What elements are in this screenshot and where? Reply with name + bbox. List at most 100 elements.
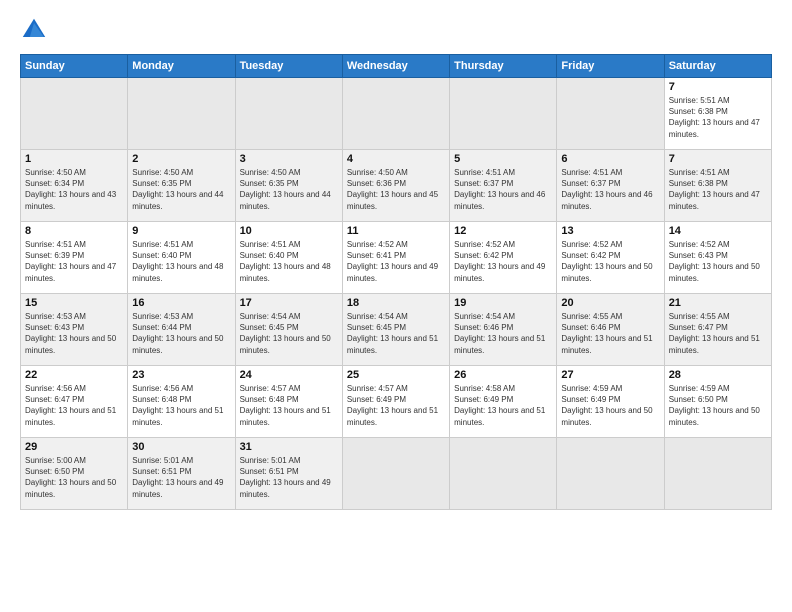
calendar-cell: 10Sunrise: 4:51 AMSunset: 6:40 PMDayligh… <box>235 222 342 294</box>
day-detail: Sunrise: 4:58 AMSunset: 6:49 PMDaylight:… <box>454 383 552 428</box>
calendar-cell: 26 Sunrise: 4:58 AMSunset: 6:49 PMDayligh… <box>450 366 557 438</box>
day-number: 18 <box>347 297 445 309</box>
calendar-cell: 31Sunrise: 5:01 AMSunset: 6:51 PMDayligh… <box>235 438 342 510</box>
day-detail: Sunrise: 4:57 AMSunset: 6:49 PMDaylight:… <box>347 383 445 428</box>
page: SundayMondayTuesdayWednesdayThursdayFrid… <box>0 0 792 612</box>
day-detail: Sunrise: 4:51 AMSunset: 6:40 PMDaylight:… <box>240 239 338 284</box>
calendar-cell: 4 Sunrise: 4:50 AMSunset: 6:36 PMDaylight… <box>342 150 449 222</box>
day-detail: Sunrise: 4:52 AMSunset: 6:42 PMDaylight:… <box>454 239 552 284</box>
calendar-cell: 24 Sunrise: 4:57 AMSunset: 6:48 PMDayligh… <box>235 366 342 438</box>
day-number: 22 <box>25 369 123 381</box>
calendar-cell: 29Sunrise: 5:00 AMSunset: 6:50 PMDayligh… <box>21 438 128 510</box>
calendar-cell: 15 Sunrise: 4:53 AMSunset: 6:43 PMDayligh… <box>21 294 128 366</box>
weekday-header-monday: Monday <box>128 55 235 78</box>
day-detail: Sunrise: 4:51 AMSunset: 6:39 PMDaylight:… <box>25 239 123 284</box>
day-number: 26 <box>454 369 552 381</box>
calendar-cell: 9Sunrise: 4:51 AMSunset: 6:40 PMDaylight… <box>128 222 235 294</box>
calendar-cell <box>557 78 664 150</box>
day-number: 7 <box>669 153 767 165</box>
calendar-cell <box>235 78 342 150</box>
day-detail: Sunrise: 5:01 AMSunset: 6:51 PMDaylight:… <box>132 455 230 500</box>
day-number: 13 <box>561 225 659 237</box>
day-number: 28 <box>669 369 767 381</box>
day-number: 25 <box>347 369 445 381</box>
day-detail: Sunrise: 4:55 AMSunset: 6:46 PMDaylight:… <box>561 311 659 356</box>
calendar-cell: 30 Sunrise: 5:01 AMSunset: 6:51 PMDayligh… <box>128 438 235 510</box>
calendar-cell: 6Sunrise: 4:51 AMSunset: 6:37 PMDaylight… <box>557 150 664 222</box>
calendar-cell: 18 Sunrise: 4:54 AMSunset: 6:45 PMDayligh… <box>342 294 449 366</box>
calendar-cell <box>342 78 449 150</box>
day-number: 23 <box>132 369 230 381</box>
day-number: 4 <box>347 153 445 165</box>
calendar-week-4: 22 Sunrise: 4:56 AMSunset: 6:47 PMDayligh… <box>21 366 772 438</box>
day-detail: Sunrise: 4:59 AMSunset: 6:49 PMDaylight:… <box>561 383 659 428</box>
day-detail: Sunrise: 4:56 AMSunset: 6:47 PMDaylight:… <box>25 383 123 428</box>
day-number: 20 <box>561 297 659 309</box>
calendar-cell: 1Sunrise: 4:50 AMSunset: 6:34 PMDaylight… <box>21 150 128 222</box>
calendar-cell: 21 Sunrise: 4:55 AMSunset: 6:47 PMDayligh… <box>664 294 771 366</box>
day-number: 8 <box>25 225 123 237</box>
calendar-cell <box>450 78 557 150</box>
calendar-cell <box>342 438 449 510</box>
calendar-cell: 27 Sunrise: 4:59 AMSunset: 6:49 PMDayligh… <box>557 366 664 438</box>
calendar-cell: 17 Sunrise: 4:54 AMSunset: 6:45 PMDayligh… <box>235 294 342 366</box>
calendar-week-5: 29Sunrise: 5:00 AMSunset: 6:50 PMDayligh… <box>21 438 772 510</box>
calendar-cell: 2Sunrise: 4:50 AMSunset: 6:35 PMDaylight… <box>128 150 235 222</box>
calendar-week-0: 7 Sunrise: 5:51 AMSunset: 6:38 PMDaylight… <box>21 78 772 150</box>
day-number: 24 <box>240 369 338 381</box>
weekday-header-sunday: Sunday <box>21 55 128 78</box>
day-number: 6 <box>561 153 659 165</box>
weekday-header-friday: Friday <box>557 55 664 78</box>
weekday-header-row: SundayMondayTuesdayWednesdayThursdayFrid… <box>21 55 772 78</box>
day-number: 2 <box>132 153 230 165</box>
calendar-cell: 11 Sunrise: 4:52 AMSunset: 6:41 PMDayligh… <box>342 222 449 294</box>
day-detail: Sunrise: 4:54 AMSunset: 6:46 PMDaylight:… <box>454 311 552 356</box>
day-number: 7 <box>669 81 767 93</box>
weekday-header-thursday: Thursday <box>450 55 557 78</box>
day-detail: Sunrise: 4:56 AMSunset: 6:48 PMDaylight:… <box>132 383 230 428</box>
day-number: 11 <box>347 225 445 237</box>
day-detail: Sunrise: 4:51 AMSunset: 6:37 PMDaylight:… <box>454 167 552 212</box>
day-number: 30 <box>132 441 230 453</box>
day-detail: Sunrise: 4:52 AMSunset: 6:43 PMDaylight:… <box>669 239 767 284</box>
day-number: 14 <box>669 225 767 237</box>
day-number: 21 <box>669 297 767 309</box>
calendar-cell <box>128 78 235 150</box>
day-number: 15 <box>25 297 123 309</box>
day-number: 17 <box>240 297 338 309</box>
weekday-header-tuesday: Tuesday <box>235 55 342 78</box>
day-detail: Sunrise: 5:01 AMSunset: 6:51 PMDaylight:… <box>240 455 338 500</box>
day-detail: Sunrise: 5:51 AMSunset: 6:38 PMDaylight:… <box>669 95 767 140</box>
day-detail: Sunrise: 4:52 AMSunset: 6:41 PMDaylight:… <box>347 239 445 284</box>
calendar-cell: 19Sunrise: 4:54 AMSunset: 6:46 PMDayligh… <box>450 294 557 366</box>
calendar-cell <box>664 438 771 510</box>
calendar-cell: 8 Sunrise: 4:51 AMSunset: 6:39 PMDaylight… <box>21 222 128 294</box>
calendar-cell: 22 Sunrise: 4:56 AMSunset: 6:47 PMDayligh… <box>21 366 128 438</box>
day-detail: Sunrise: 4:59 AMSunset: 6:50 PMDaylight:… <box>669 383 767 428</box>
day-detail: Sunrise: 4:54 AMSunset: 6:45 PMDaylight:… <box>347 311 445 356</box>
weekday-header-wednesday: Wednesday <box>342 55 449 78</box>
day-detail: Sunrise: 4:53 AMSunset: 6:43 PMDaylight:… <box>25 311 123 356</box>
day-detail: Sunrise: 4:54 AMSunset: 6:45 PMDaylight:… <box>240 311 338 356</box>
day-number: 27 <box>561 369 659 381</box>
day-number: 9 <box>132 225 230 237</box>
day-detail: Sunrise: 4:55 AMSunset: 6:47 PMDaylight:… <box>669 311 767 356</box>
calendar-cell: 23 Sunrise: 4:56 AMSunset: 6:48 PMDayligh… <box>128 366 235 438</box>
calendar-cell <box>21 78 128 150</box>
calendar-cell: 5 Sunrise: 4:51 AMSunset: 6:37 PMDaylight… <box>450 150 557 222</box>
day-detail: Sunrise: 4:51 AMSunset: 6:38 PMDaylight:… <box>669 167 767 212</box>
calendar-table: SundayMondayTuesdayWednesdayThursdayFrid… <box>20 54 772 510</box>
logo-icon <box>20 16 48 44</box>
day-number: 12 <box>454 225 552 237</box>
day-detail: Sunrise: 4:50 AMSunset: 6:34 PMDaylight:… <box>25 167 123 212</box>
calendar-week-1: 1Sunrise: 4:50 AMSunset: 6:34 PMDaylight… <box>21 150 772 222</box>
calendar-cell: 3Sunrise: 4:50 AMSunset: 6:35 PMDaylight… <box>235 150 342 222</box>
calendar-cell: 7 Sunrise: 4:51 AMSunset: 6:38 PMDaylight… <box>664 150 771 222</box>
day-detail: Sunrise: 4:52 AMSunset: 6:42 PMDaylight:… <box>561 239 659 284</box>
day-number: 5 <box>454 153 552 165</box>
day-detail: Sunrise: 4:57 AMSunset: 6:48 PMDaylight:… <box>240 383 338 428</box>
day-detail: Sunrise: 4:50 AMSunset: 6:36 PMDaylight:… <box>347 167 445 212</box>
day-detail: Sunrise: 4:53 AMSunset: 6:44 PMDaylight:… <box>132 311 230 356</box>
weekday-header-saturday: Saturday <box>664 55 771 78</box>
calendar-cell: 28 Sunrise: 4:59 AMSunset: 6:50 PMDayligh… <box>664 366 771 438</box>
